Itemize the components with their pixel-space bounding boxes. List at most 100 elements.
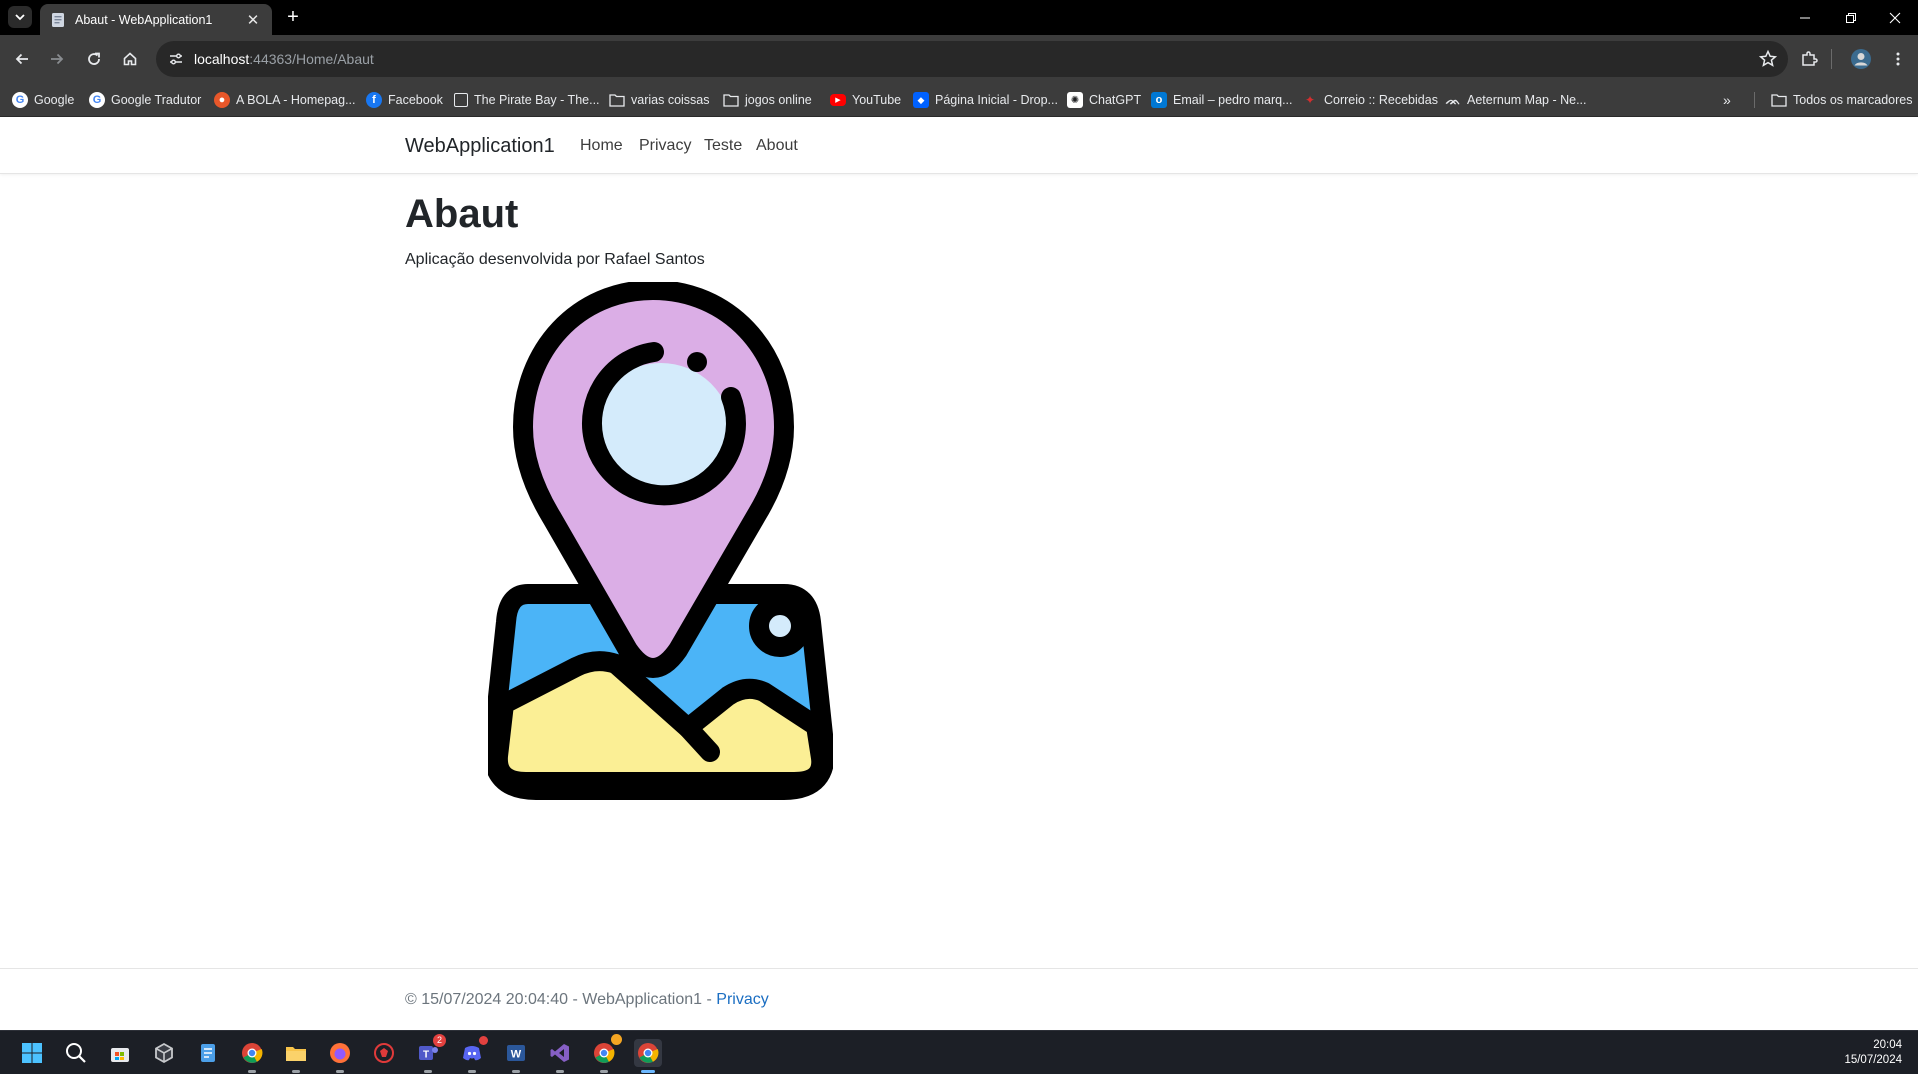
page-title: Abaut: [405, 192, 519, 236]
close-icon: [1889, 12, 1901, 23]
puzzle-icon: [1802, 51, 1818, 66]
location-map-illustration: [488, 282, 833, 800]
browser-menu-button[interactable]: [1886, 47, 1910, 71]
search-icon: [66, 1043, 86, 1063]
bookmarks-bar: G Google G Google Tradutor ● A BOLA - Ho…: [0, 83, 1918, 117]
address-bar[interactable]: localhost:44363/Home/Abaut: [156, 41, 1788, 77]
chrome-icon: [638, 1043, 659, 1063]
svg-text:W: W: [511, 1049, 522, 1061]
running-indicator: [468, 1070, 476, 1073]
home-button[interactable]: [118, 47, 142, 71]
folder-icon: [609, 94, 625, 107]
word-icon: W: [507, 1045, 525, 1061]
clock-date: 15/07/2024: [1844, 1054, 1902, 1066]
taskbar-chrome[interactable]: [238, 1039, 266, 1073]
home-icon: [123, 52, 137, 66]
youtube-icon: ▶: [830, 94, 846, 106]
mail-icon: ✦: [1304, 93, 1316, 107]
bookmark-star-icon[interactable]: [1758, 49, 1778, 69]
taskbar-discord[interactable]: [458, 1036, 488, 1073]
taskbar-notepad[interactable]: [194, 1039, 222, 1067]
bookmark-facebook[interactable]: f Facebook: [366, 91, 443, 109]
bookmarks-overflow-button[interactable]: »: [1723, 91, 1731, 109]
forward-button[interactable]: [45, 47, 69, 71]
minimize-button[interactable]: [1782, 0, 1828, 35]
reload-button[interactable]: [82, 47, 106, 71]
back-button[interactable]: [10, 47, 34, 71]
firefox-icon: [330, 1043, 350, 1063]
site-settings-icon[interactable]: [168, 51, 184, 67]
bookmark-correio[interactable]: ✦ Correio :: Recebidas: [1302, 91, 1438, 109]
taskbar-chrome-profile[interactable]: [590, 1034, 622, 1073]
browser-toolbar: localhost:44363/Home/Abaut: [0, 35, 1918, 83]
google-icon: G: [89, 92, 105, 108]
bookmark-aeternum-map[interactable]: ᨏ Aeternum Map - Ne...: [1445, 91, 1587, 109]
all-bookmarks[interactable]: Todos os marcadores: [1771, 91, 1913, 109]
clock-time: 20:04: [1873, 1039, 1902, 1051]
taskbar-search[interactable]: [62, 1039, 90, 1067]
taskbar-file-explorer[interactable]: [282, 1039, 310, 1073]
chevron-down-icon: [15, 14, 25, 21]
system-clock[interactable]: 20:04 15/07/2024: [1844, 1038, 1902, 1068]
taskbar-firefox[interactable]: [326, 1039, 354, 1073]
close-window-button[interactable]: [1872, 0, 1918, 35]
cube-icon: [155, 1042, 173, 1064]
windows-icon: [22, 1043, 42, 1063]
start-button[interactable]: [18, 1039, 46, 1067]
arrow-right-icon: [51, 53, 64, 65]
bookmark-dropbox[interactable]: ◆ Página Inicial - Drop...: [913, 91, 1058, 109]
arrow-left-icon: [15, 53, 28, 65]
extensions-button[interactable]: [1797, 47, 1821, 71]
tab-title: Abaut - WebApplication1: [75, 12, 213, 27]
new-tab-button[interactable]: +: [282, 6, 304, 28]
page-icon: [52, 12, 64, 27]
site-navbar: WebApplication1 Home Privacy Teste About: [0, 117, 1918, 174]
outlook-icon: o: [1151, 92, 1167, 108]
shield-icon: [374, 1043, 394, 1063]
visual-studio-icon: [550, 1044, 569, 1062]
taskbar-app-cube[interactable]: [150, 1039, 178, 1067]
dropbox-icon: ◆: [913, 92, 929, 108]
bookmark-folder-varias[interactable]: varias coissas: [609, 91, 710, 109]
folder-icon: [723, 94, 739, 107]
taskbar-teams[interactable]: T 2: [414, 1034, 446, 1073]
folder-icon: [1771, 94, 1787, 107]
bookmark-youtube[interactable]: ▶ YouTube: [830, 91, 901, 109]
taskbar-word[interactable]: W: [502, 1039, 530, 1073]
restore-icon: [1846, 12, 1856, 23]
tab-strip: Abaut - WebApplication1 ✕ +: [0, 0, 1918, 35]
minimize-icon: [1800, 17, 1810, 18]
taskbar-visual-studio[interactable]: [546, 1039, 574, 1073]
map-icon: ᨏ: [1445, 92, 1461, 107]
profile-badge: [611, 1034, 622, 1045]
site-brand-link[interactable]: WebApplication1: [405, 135, 555, 158]
nav-home[interactable]: Home: [580, 137, 623, 155]
taskbar-chrome-active[interactable]: [634, 1039, 662, 1073]
close-tab-icon[interactable]: ✕: [244, 11, 262, 29]
nav-privacy[interactable]: Privacy: [639, 137, 691, 155]
bookmark-folder-jogos[interactable]: jogos online: [723, 91, 812, 109]
svg-text:T: T: [423, 1050, 429, 1061]
bookmark-google-tradutor[interactable]: G Google Tradutor: [89, 91, 201, 109]
nav-about[interactable]: About: [756, 137, 798, 155]
bookmark-outlook[interactable]: o Email – pedro marq...: [1151, 91, 1293, 109]
bookmark-piratebay[interactable]: The Pirate Bay - The...: [454, 91, 600, 109]
bookmark-chatgpt[interactable]: ✺ ChatGPT: [1067, 91, 1141, 109]
active-indicator: [641, 1070, 655, 1073]
tab-search-button[interactable]: [8, 6, 32, 28]
url-text[interactable]: localhost:44363/Home/Abaut: [194, 51, 374, 67]
restore-button[interactable]: [1828, 0, 1874, 35]
footer-privacy-link[interactable]: Privacy: [716, 991, 768, 1008]
bookmark-abola[interactable]: ● A BOLA - Homepag...: [214, 91, 356, 109]
abola-icon: ●: [214, 92, 230, 108]
nav-teste[interactable]: Teste: [704, 137, 742, 155]
running-indicator: [292, 1070, 300, 1073]
profile-button[interactable]: [1849, 47, 1873, 71]
running-indicator: [424, 1070, 432, 1073]
footer-text: © 15/07/2024 20:04:40 - WebApplication1 …: [405, 991, 769, 1008]
browser-tab[interactable]: Abaut - WebApplication1 ✕: [40, 4, 272, 35]
bookmark-google[interactable]: G Google: [12, 91, 74, 109]
discord-icon: [463, 1046, 481, 1061]
taskbar-app-shield[interactable]: [370, 1039, 398, 1067]
taskbar-store[interactable]: [106, 1039, 134, 1067]
